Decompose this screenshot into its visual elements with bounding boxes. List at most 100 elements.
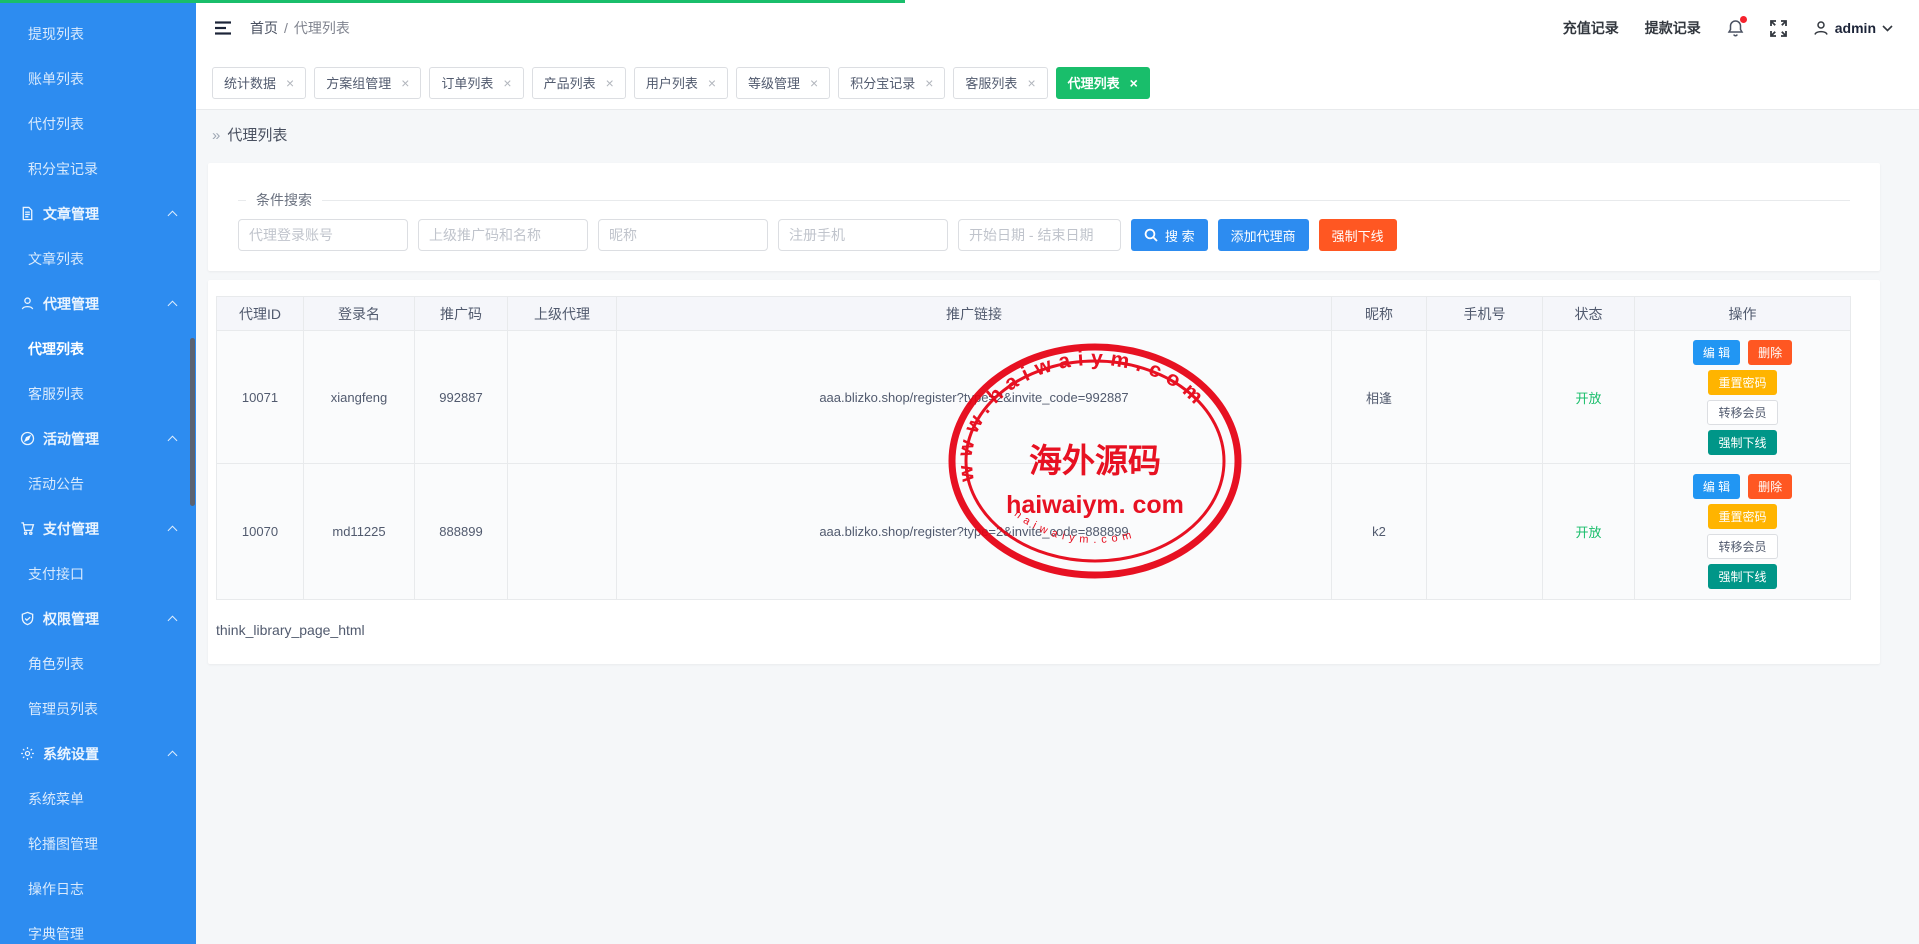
top-header: 首页/代理列表 充值记录 提款记录 admin: [196, 0, 1919, 56]
sidebar-item[interactable]: 角色列表: [0, 641, 196, 686]
progress-bar: [0, 0, 905, 3]
tab-item[interactable]: 客服列表×: [953, 67, 1047, 99]
user-menu[interactable]: admin: [1813, 20, 1893, 36]
tab-item[interactable]: 订单列表 ×: [429, 67, 523, 99]
add-agent-button[interactable]: 添加代理商: [1218, 219, 1309, 251]
cell-link: aaa.blizko.shop/register?type=2&invite_c…: [617, 464, 1332, 600]
column-header: 状态: [1543, 297, 1635, 331]
close-icon[interactable]: ×: [503, 76, 511, 90]
sidebar-item-label: 文章管理: [43, 204, 99, 224]
tab-item[interactable]: 代理列表 ×: [1056, 67, 1150, 99]
column-header: 登录名: [304, 297, 415, 331]
tab-item[interactable]: 产品列表×: [532, 67, 626, 99]
sidebar-group[interactable]: 支付管理: [0, 506, 196, 551]
tab-label: 等级管理: [748, 73, 800, 92]
nickname-input[interactable]: [598, 219, 768, 251]
sidebar-item-label: 支付管理: [43, 519, 99, 539]
delete-button[interactable]: 删除: [1748, 474, 1792, 499]
sidebar-item[interactable]: 客服列表: [0, 371, 196, 416]
cell-id: 10070: [217, 464, 304, 600]
column-header: 昵称: [1332, 297, 1427, 331]
recharge-records-link[interactable]: 充值记录: [1563, 18, 1619, 38]
cell-login: md11225: [304, 464, 415, 600]
close-icon[interactable]: ×: [286, 76, 294, 90]
breadcrumb-home[interactable]: 首页: [250, 20, 278, 36]
sidebar-item-label: 角色列表: [28, 654, 84, 674]
close-icon[interactable]: ×: [401, 76, 409, 90]
close-icon[interactable]: ×: [606, 76, 614, 90]
cell-parent: [508, 464, 617, 600]
menu-toggle-icon[interactable]: [214, 20, 232, 36]
sidebar-item-label: 权限管理: [43, 609, 99, 629]
close-icon[interactable]: ×: [1130, 76, 1138, 90]
delete-button[interactable]: 删除: [1748, 340, 1792, 365]
phone-input[interactable]: [778, 219, 948, 251]
tab-item[interactable]: 方案组管理×: [314, 67, 421, 99]
sidebar-item[interactable]: 代理列表: [0, 326, 196, 371]
agent-account-input[interactable]: [238, 219, 408, 251]
edit-button[interactable]: 编 辑: [1693, 340, 1740, 365]
sidebar-scrollbar[interactable]: [190, 338, 195, 506]
column-header: 推广码: [415, 297, 508, 331]
sidebar-group[interactable]: 代理管理: [0, 281, 196, 326]
sidebar-group[interactable]: 文章管理: [0, 191, 196, 236]
edit-button[interactable]: 编 辑: [1693, 474, 1740, 499]
close-icon[interactable]: ×: [810, 76, 818, 90]
transfer-member-button[interactable]: 转移会员: [1707, 400, 1777, 425]
force-offline-button[interactable]: 强制下线: [1708, 564, 1776, 589]
cell-phone: [1427, 464, 1543, 600]
force-offline-all-button[interactable]: 强制下线: [1319, 219, 1397, 251]
tab-item[interactable]: 用户列表×: [634, 67, 728, 99]
reset-password-button[interactable]: 重置密码: [1708, 504, 1776, 529]
tab-item[interactable]: 统计数据×: [212, 67, 306, 99]
chevron-up-icon: [168, 750, 178, 760]
sidebar-item[interactable]: 字典管理: [0, 911, 196, 944]
force-offline-button[interactable]: 强制下线: [1708, 430, 1776, 455]
sidebar-item[interactable]: 支付接口: [0, 551, 196, 596]
sidebar-item[interactable]: 文章列表: [0, 236, 196, 281]
cell-status: 开放: [1543, 331, 1635, 464]
close-icon[interactable]: ×: [1027, 76, 1035, 90]
date-range-input[interactable]: [958, 219, 1121, 251]
tab-item[interactable]: 等级管理 ×: [736, 67, 830, 99]
compass-icon: [19, 431, 35, 447]
column-header: 操作: [1635, 297, 1851, 331]
sidebar-item[interactable]: 积分宝记录: [0, 146, 196, 191]
sidebar-item[interactable]: 账单列表: [0, 56, 196, 101]
sidebar-item[interactable]: 活动公告: [0, 461, 196, 506]
tab-item[interactable]: 积分宝记录×: [838, 67, 945, 99]
sidebar-item[interactable]: 轮播图管理: [0, 821, 196, 866]
sidebar-item[interactable]: 代付列表: [0, 101, 196, 146]
sidebar-group[interactable]: 权限管理: [0, 596, 196, 641]
sidebar-item[interactable]: 操作日志: [0, 866, 196, 911]
sidebar-item-label: 文章列表: [28, 249, 84, 269]
cell-nick: 相逢: [1332, 331, 1427, 464]
search-button[interactable]: 搜 索: [1131, 219, 1208, 251]
bell-icon[interactable]: [1727, 19, 1744, 37]
sidebar-item[interactable]: 提现列表: [0, 11, 196, 56]
withdraw-records-link[interactable]: 提款记录: [1645, 18, 1701, 38]
close-icon[interactable]: ×: [708, 76, 716, 90]
person-icon: [1813, 20, 1829, 36]
sidebar-item-label: 客服列表: [28, 384, 84, 404]
fullscreen-icon[interactable]: [1770, 20, 1787, 37]
sidebar-item[interactable]: 系统菜单: [0, 776, 196, 821]
sidebar-item[interactable]: 管理员列表: [0, 686, 196, 731]
agent-table-panel: 代理ID登录名推广码上级代理推广链接昵称手机号状态操作10071xiangfen…: [208, 280, 1880, 664]
column-header: 手机号: [1427, 297, 1543, 331]
chevron-up-icon: [168, 525, 178, 535]
sidebar-item-label: 提现列表: [28, 24, 84, 44]
close-icon[interactable]: ×: [925, 76, 933, 90]
title-marker-icon: »: [212, 127, 220, 144]
search-row: 搜 索 添加代理商 强制下线: [238, 219, 1850, 251]
sidebar-group[interactable]: 活动管理: [0, 416, 196, 461]
cell-nick: k2: [1332, 464, 1427, 600]
parent-code-input[interactable]: [418, 219, 588, 251]
tab-label: 订单列表: [441, 73, 493, 92]
sidebar-group[interactable]: 系统设置: [0, 731, 196, 776]
transfer-member-button[interactable]: 转移会员: [1707, 534, 1777, 559]
tab-label: 代理列表: [1068, 73, 1120, 92]
sidebar-item-label: 账单列表: [28, 69, 84, 89]
app-root: 提现列表账单列表代付列表积分宝记录文章管理文章列表代理管理代理列表客服列表活动管…: [0, 0, 1919, 944]
reset-password-button[interactable]: 重置密码: [1708, 370, 1776, 395]
